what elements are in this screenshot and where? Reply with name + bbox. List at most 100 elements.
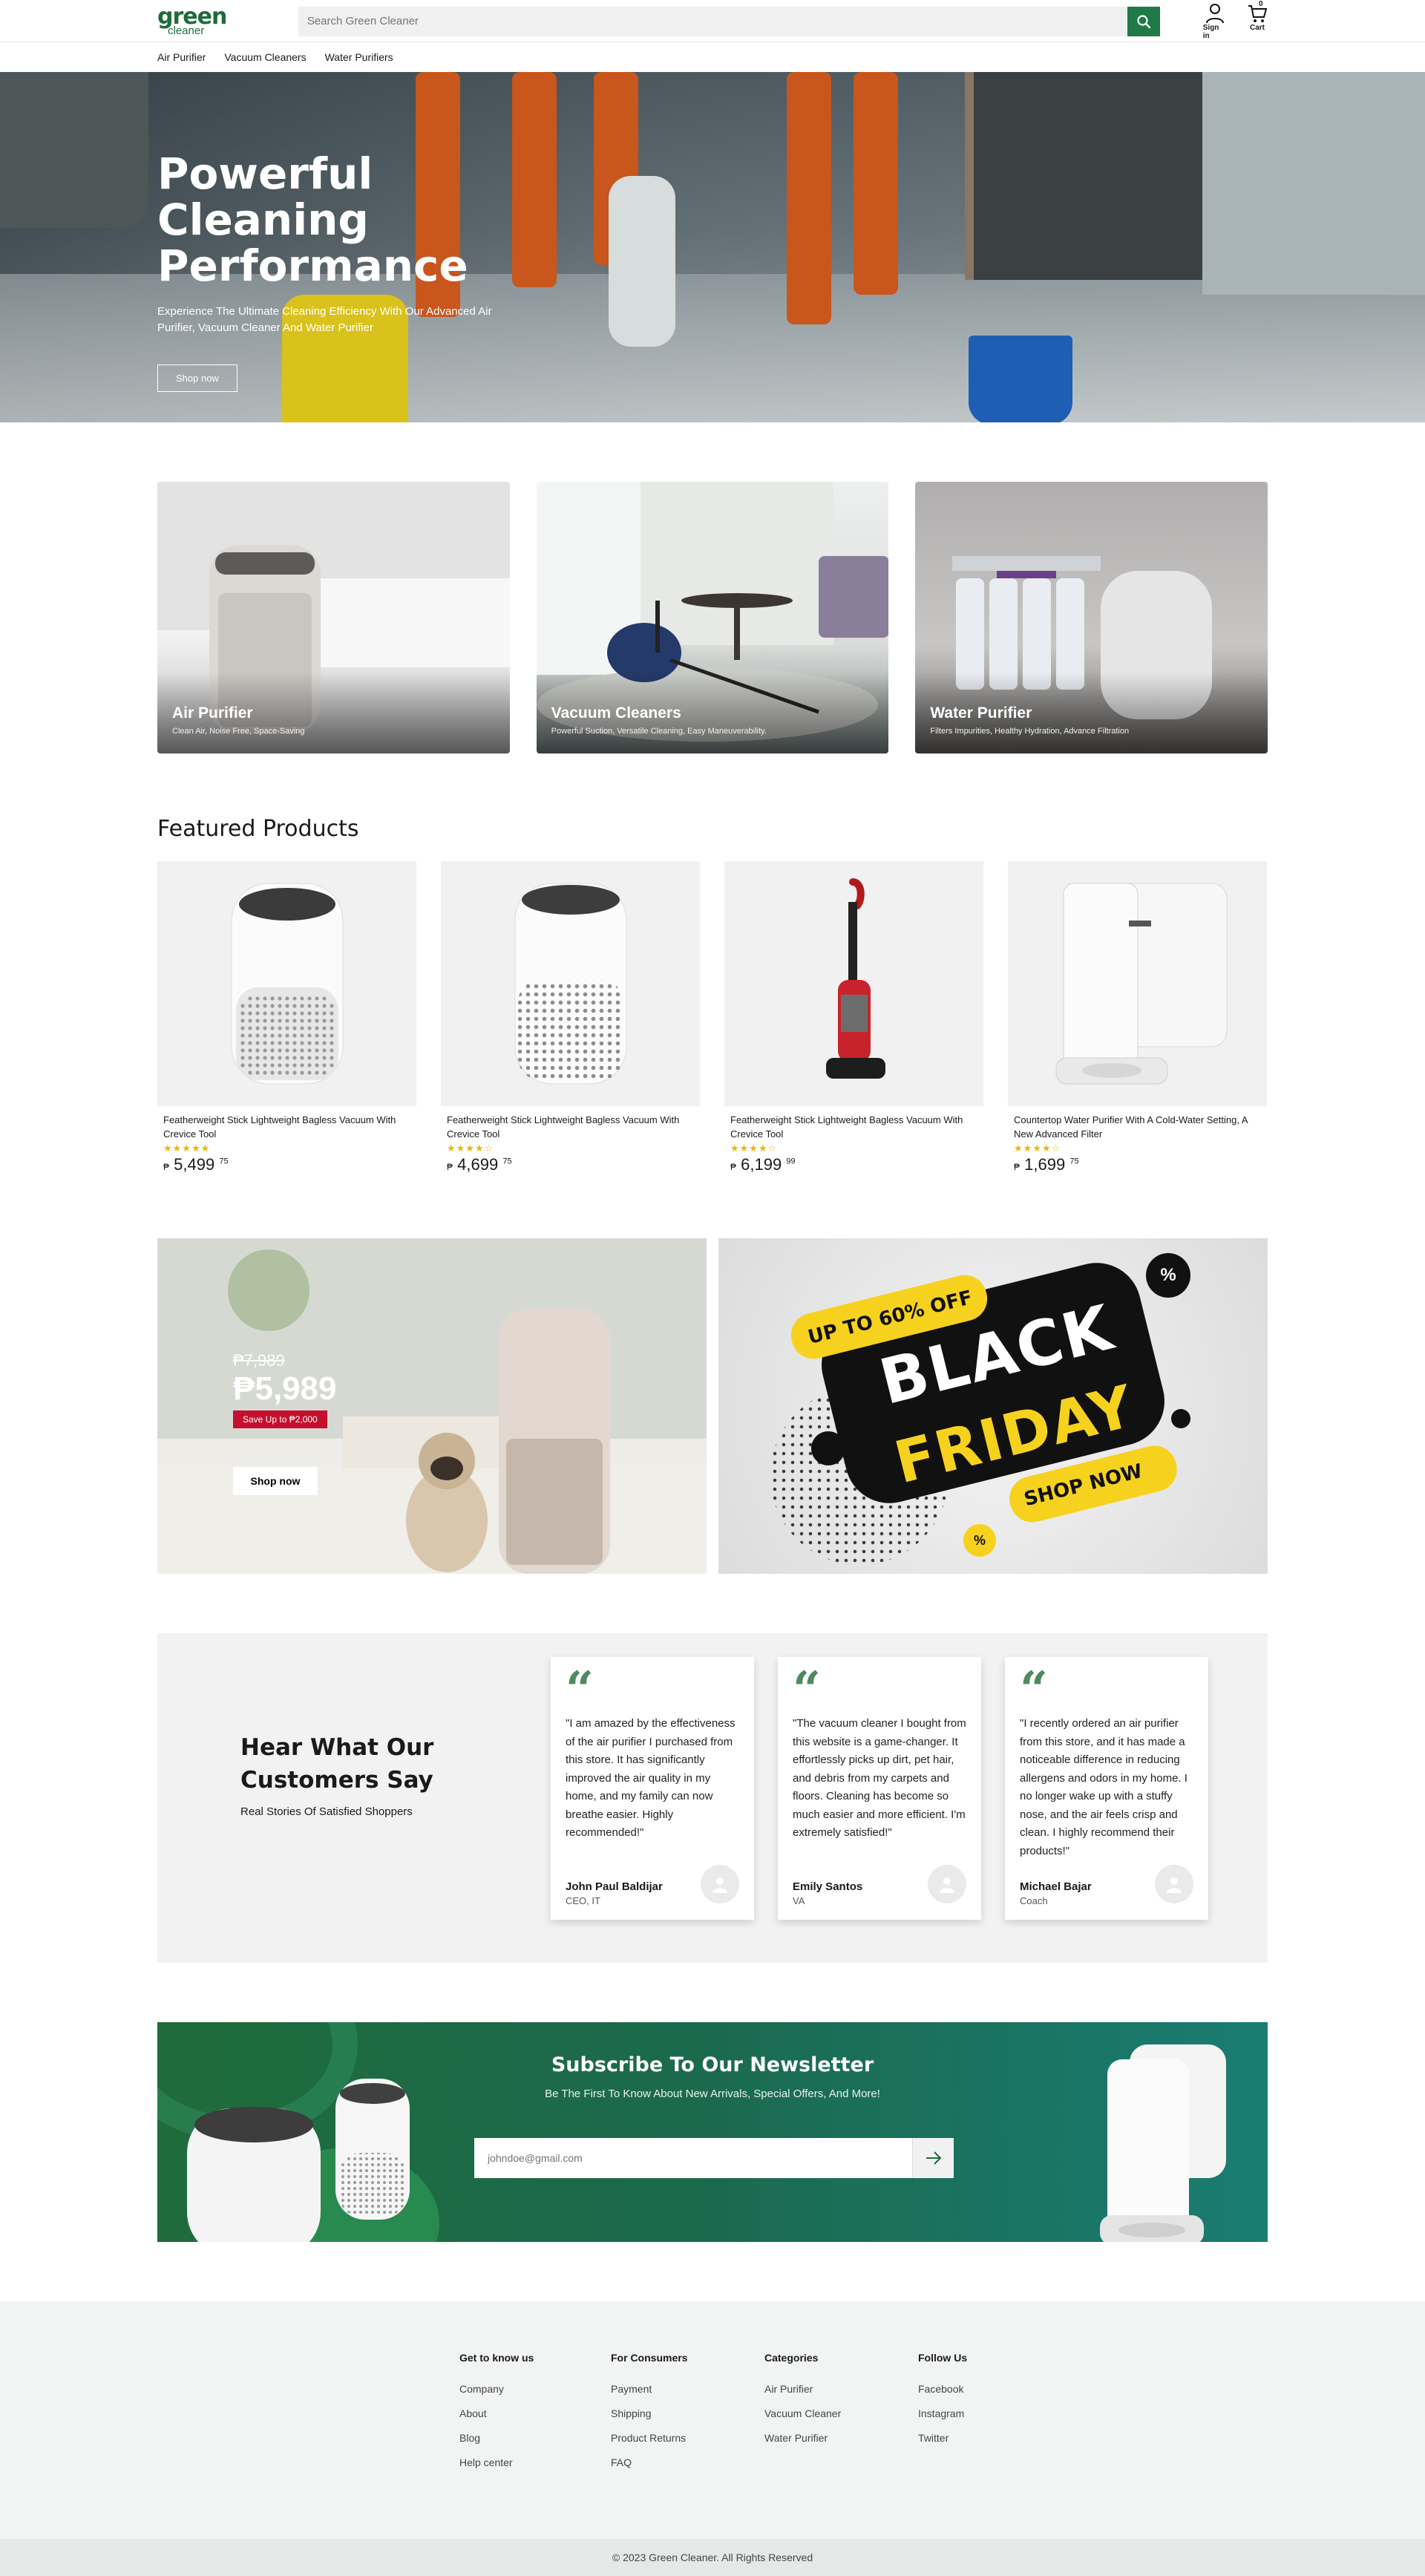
product-card[interactable]: Featherweight Stick Lightweight Bagless …	[724, 861, 983, 1174]
category-nav: Air Purifier Vacuum Cleaners Water Purif…	[0, 42, 1425, 72]
currency: ₱	[163, 1162, 170, 1172]
price-value: 6,199	[741, 1155, 782, 1174]
water-dispenser-icon	[1055, 883, 1227, 1085]
promo-banners: ₱7,989 ₱5,989 Save Up to ₱2,000 Shop now…	[157, 1238, 1268, 1574]
user-icon	[1206, 3, 1225, 23]
price-cents: 75	[219, 1157, 229, 1166]
product-name: Featherweight Stick Lightweight Bagless …	[163, 1114, 396, 1140]
product-rating: ★★★★☆	[730, 1142, 778, 1154]
old-price: ₱7,989	[233, 1351, 285, 1370]
footer-columns: Get to know us Company About Blog Help c…	[459, 2352, 1069, 2481]
site-header: green cleaner Sign in 0 Cart	[0, 0, 1425, 42]
product-card[interactable]: Featherweight Stick Lightweight Bagless …	[441, 861, 700, 1174]
logo-bottom: cleaner	[168, 24, 205, 37]
price-value: 1,699	[1024, 1155, 1066, 1174]
footer-link[interactable]: Product Returns	[611, 2432, 764, 2444]
testimonial-text: "The vacuum cleaner I bought from this w…	[793, 1717, 966, 1839]
testimonial-role: Coach	[1020, 1895, 1048, 1906]
search-bar	[298, 6, 1160, 36]
footer-column: For Consumers Payment Shipping Product R…	[611, 2352, 764, 2481]
product-name: Featherweight Stick Lightweight Bagless …	[730, 1114, 963, 1140]
testimonial-card: “ "The vacuum cleaner I bought from this…	[778, 1657, 981, 1920]
footer-column-title: Follow Us	[918, 2352, 968, 2364]
newsletter-purifiers-image	[187, 2079, 410, 2242]
avatar-icon	[1155, 1865, 1193, 1903]
nav-air-purifier[interactable]: Air Purifier	[157, 51, 206, 63]
signin-button[interactable]: Sign in	[1203, 3, 1228, 40]
product-image	[157, 861, 416, 1106]
testimonial-card: “ "I am amazed by the effectiveness of t…	[551, 1657, 754, 1920]
avatar-icon	[928, 1865, 966, 1903]
cart-button[interactable]: 0 Cart	[1247, 0, 1268, 40]
category-desc: Filters Impurities, Healthy Hydration, A…	[930, 727, 1130, 736]
category-desc: Clean Air, Noise Free, Space-Saving	[172, 727, 305, 736]
testimonial-name: John Paul Baldijar	[566, 1880, 663, 1893]
nav-water-purifiers[interactable]: Water Purifiers	[325, 51, 393, 63]
category-cards: Air Purifier Clean Air, Noise Free, Spac…	[157, 482, 1268, 753]
price-cents: 75	[502, 1157, 512, 1166]
search-icon	[1137, 14, 1150, 28]
category-card-vacuum-cleaners[interactable]: Vacuum Cleaners Powerful Suction, Versat…	[536, 482, 889, 753]
category-card-water-purifier[interactable]: Water Purifier Filters Impurities, Healt…	[915, 482, 1268, 753]
testimonial-name: Emily Santos	[793, 1880, 863, 1893]
save-badge: Save Up to ₱2,000	[233, 1410, 327, 1428]
newsletter-subtitle: Be The First To Know About New Arrivals,…	[545, 2088, 880, 2100]
category-title: Water Purifier	[930, 705, 1032, 722]
footer-link-twitter[interactable]: Twitter	[918, 2432, 1069, 2444]
hero-banner: Powerful Cleaning Performance Experience…	[0, 72, 1425, 422]
promo-black-friday[interactable]: UP TO 60% OFF BLACK FRIDAY SHOP NOW % %	[718, 1238, 1268, 1574]
newsletter-title: Subscribe To Our Newsletter	[551, 2053, 874, 2076]
nav-vacuum-cleaners[interactable]: Vacuum Cleaners	[224, 51, 306, 63]
footer-link[interactable]: About	[459, 2407, 611, 2419]
footer-link[interactable]: Vacuum Cleaner	[764, 2407, 918, 2419]
product-name: Featherweight Stick Lightweight Bagless …	[447, 1114, 680, 1140]
newsletter-submit-button[interactable]	[912, 2138, 954, 2178]
footer-link[interactable]: Water Purifier	[764, 2432, 918, 2444]
cart-count: 0	[1259, 0, 1263, 8]
cart-label: Cart	[1250, 23, 1265, 32]
newsletter-email-input[interactable]	[474, 2138, 912, 2178]
footer-link[interactable]: Air Purifier	[764, 2383, 918, 2395]
footer-link[interactable]: FAQ	[611, 2456, 764, 2468]
footer-link[interactable]: Shipping	[611, 2407, 764, 2419]
quote-icon: “	[1020, 1661, 1048, 1719]
testimonial-name: Michael Bajar	[1020, 1880, 1092, 1893]
arrow-right-icon	[926, 2151, 941, 2165]
logo[interactable]: green cleaner	[157, 6, 298, 37]
footer-column: Categories Air Purifier Vacuum Cleaner W…	[764, 2352, 918, 2481]
testimonials-section: Hear What Our Customers Say Real Stories…	[157, 1633, 1268, 1963]
currency: ₱	[1014, 1162, 1021, 1172]
product-rating: ★★★★☆	[1014, 1142, 1061, 1154]
hero-sofa	[0, 72, 148, 228]
search-input[interactable]	[298, 6, 1127, 36]
footer-column-title: For Consumers	[611, 2352, 688, 2364]
cart-icon	[1248, 4, 1268, 22]
product-card[interactable]: Featherweight Stick Lightweight Bagless …	[157, 861, 416, 1174]
promo-air-purifier[interactable]: ₱7,989 ₱5,989 Save Up to ₱2,000 Shop now	[157, 1238, 707, 1574]
footer-link[interactable]: Payment	[611, 2383, 764, 2395]
price-cents: 99	[786, 1157, 796, 1166]
search-button[interactable]	[1127, 6, 1160, 36]
new-price: ₱5,989	[233, 1370, 337, 1407]
product-price: ₱ 5,499 75	[157, 1155, 416, 1174]
hero-title: Powerful Cleaning Performance	[157, 148, 468, 291]
header-actions: Sign in 0 Cart	[1203, 0, 1268, 40]
hero-subtitle: Experience The Ultimate Cleaning Efficie…	[157, 305, 492, 334]
testimonial-role: VA	[793, 1895, 805, 1906]
footer-link-instagram[interactable]: Instagram	[918, 2407, 1069, 2419]
product-price: ₱ 6,199 99	[724, 1155, 983, 1174]
air-purifier-icon	[514, 883, 626, 1085]
footer-link-facebook[interactable]: Facebook	[918, 2383, 1069, 2395]
category-card-air-purifier[interactable]: Air Purifier Clean Air, Noise Free, Spac…	[157, 482, 510, 753]
hero-shop-now-button[interactable]: Shop now	[157, 365, 238, 392]
footer-link[interactable]: Blog	[459, 2432, 611, 2444]
footer-link[interactable]: Company	[459, 2383, 611, 2395]
testimonials-title: Hear What Our Customers Say	[240, 1734, 434, 1794]
product-grid: Featherweight Stick Lightweight Bagless …	[157, 861, 1268, 1174]
product-card[interactable]: Countertop Water Purifier With A Cold-Wa…	[1008, 861, 1267, 1174]
avatar-icon	[701, 1865, 739, 1903]
footer-column-title: Categories	[764, 2352, 819, 2364]
promo-shop-now-button[interactable]: Shop now	[233, 1467, 318, 1495]
footer-column-title: Get to know us	[459, 2352, 534, 2364]
footer-link[interactable]: Help center	[459, 2456, 611, 2468]
